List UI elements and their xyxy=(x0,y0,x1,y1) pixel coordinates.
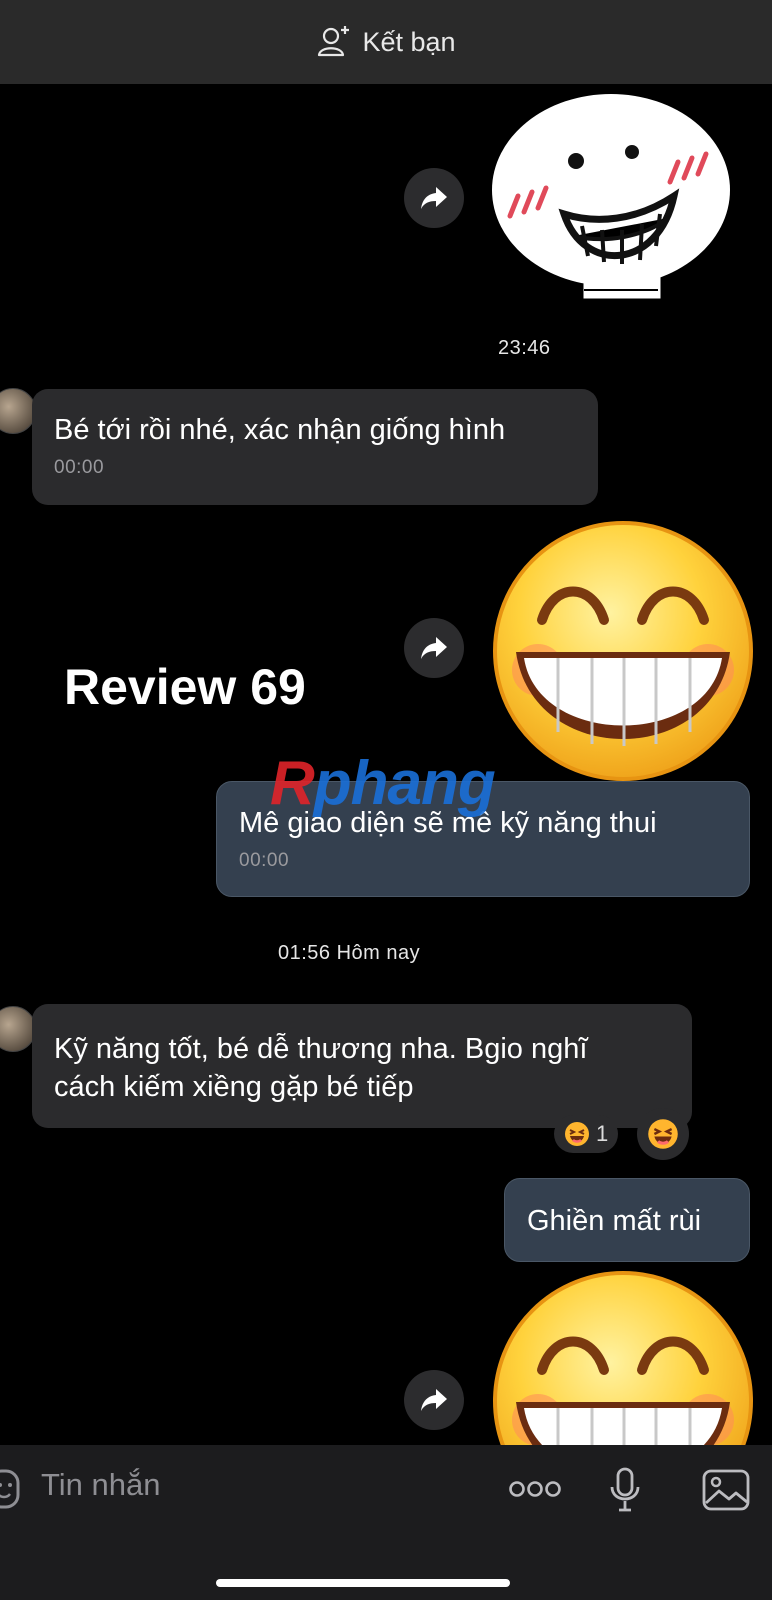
message-input[interactable]: Tin nhắn xyxy=(41,1467,161,1503)
forward-button[interactable] xyxy=(404,1370,464,1430)
forward-icon xyxy=(421,187,447,209)
image-icon[interactable] xyxy=(702,1469,750,1511)
message-bubble-incoming[interactable]: Bé tới rồi nhé, xác nhận giống hình 00:0… xyxy=(32,389,598,505)
message-time: 00:00 xyxy=(54,457,105,478)
message-bubble-outgoing[interactable]: Ghiền mất rùi xyxy=(504,1178,750,1262)
watermark-logo: Rphang xyxy=(270,748,496,819)
laughing-emoji-icon xyxy=(565,1122,589,1146)
forward-button[interactable] xyxy=(404,618,464,678)
message-text: Ghiền mất rùi xyxy=(527,1205,702,1237)
review-overlay-text: Review 69 xyxy=(64,659,306,715)
sticker-emoji-grin[interactable] xyxy=(492,1270,754,1445)
react-button[interactable] xyxy=(637,1108,689,1160)
forward-icon xyxy=(421,637,447,659)
composer-bar: Tin nhắn xyxy=(0,1445,772,1600)
avatar[interactable] xyxy=(0,388,36,434)
laughing-emoji-icon xyxy=(648,1119,678,1149)
sticker-smiley-white[interactable] xyxy=(486,86,736,304)
more-icon[interactable] xyxy=(508,1480,562,1498)
time-separator: 01:56 Hôm nay xyxy=(278,942,421,964)
add-friend-button[interactable]: Kết bạn xyxy=(316,24,456,60)
home-indicator[interactable] xyxy=(216,1579,510,1587)
add-friend-icon xyxy=(318,26,350,57)
time-separator: 23:46 xyxy=(498,337,551,359)
message-text-line-1: Kỹ năng tốt, bé dễ thương nha. Bgio nghĩ xyxy=(54,1033,588,1065)
message-time: 00:00 xyxy=(239,850,290,871)
message-bubble-incoming[interactable]: Kỹ năng tốt, bé dễ thương nha. Bgio nghĩ… xyxy=(32,1004,692,1128)
microphone-icon[interactable] xyxy=(608,1467,642,1513)
message-text-line-2: cách kiếm xiềng gặp bé tiếp xyxy=(54,1071,414,1103)
reaction-count: 1 xyxy=(596,1121,609,1146)
avatar[interactable] xyxy=(0,1006,36,1052)
watermark-part-1: R xyxy=(270,749,315,818)
forward-icon xyxy=(421,1389,447,1411)
sticker-icon[interactable] xyxy=(0,1467,22,1511)
watermark-part-2: phang xyxy=(313,749,496,818)
top-bar: Kết bạn xyxy=(0,0,772,84)
sticker-emoji-grin[interactable] xyxy=(492,520,754,782)
forward-button[interactable] xyxy=(404,168,464,228)
reaction-summary[interactable]: 1 xyxy=(554,1115,619,1153)
message-text: Bé tới rồi nhé, xác nhận giống hình xyxy=(54,414,506,446)
add-friend-label: Kết bạn xyxy=(362,26,456,57)
